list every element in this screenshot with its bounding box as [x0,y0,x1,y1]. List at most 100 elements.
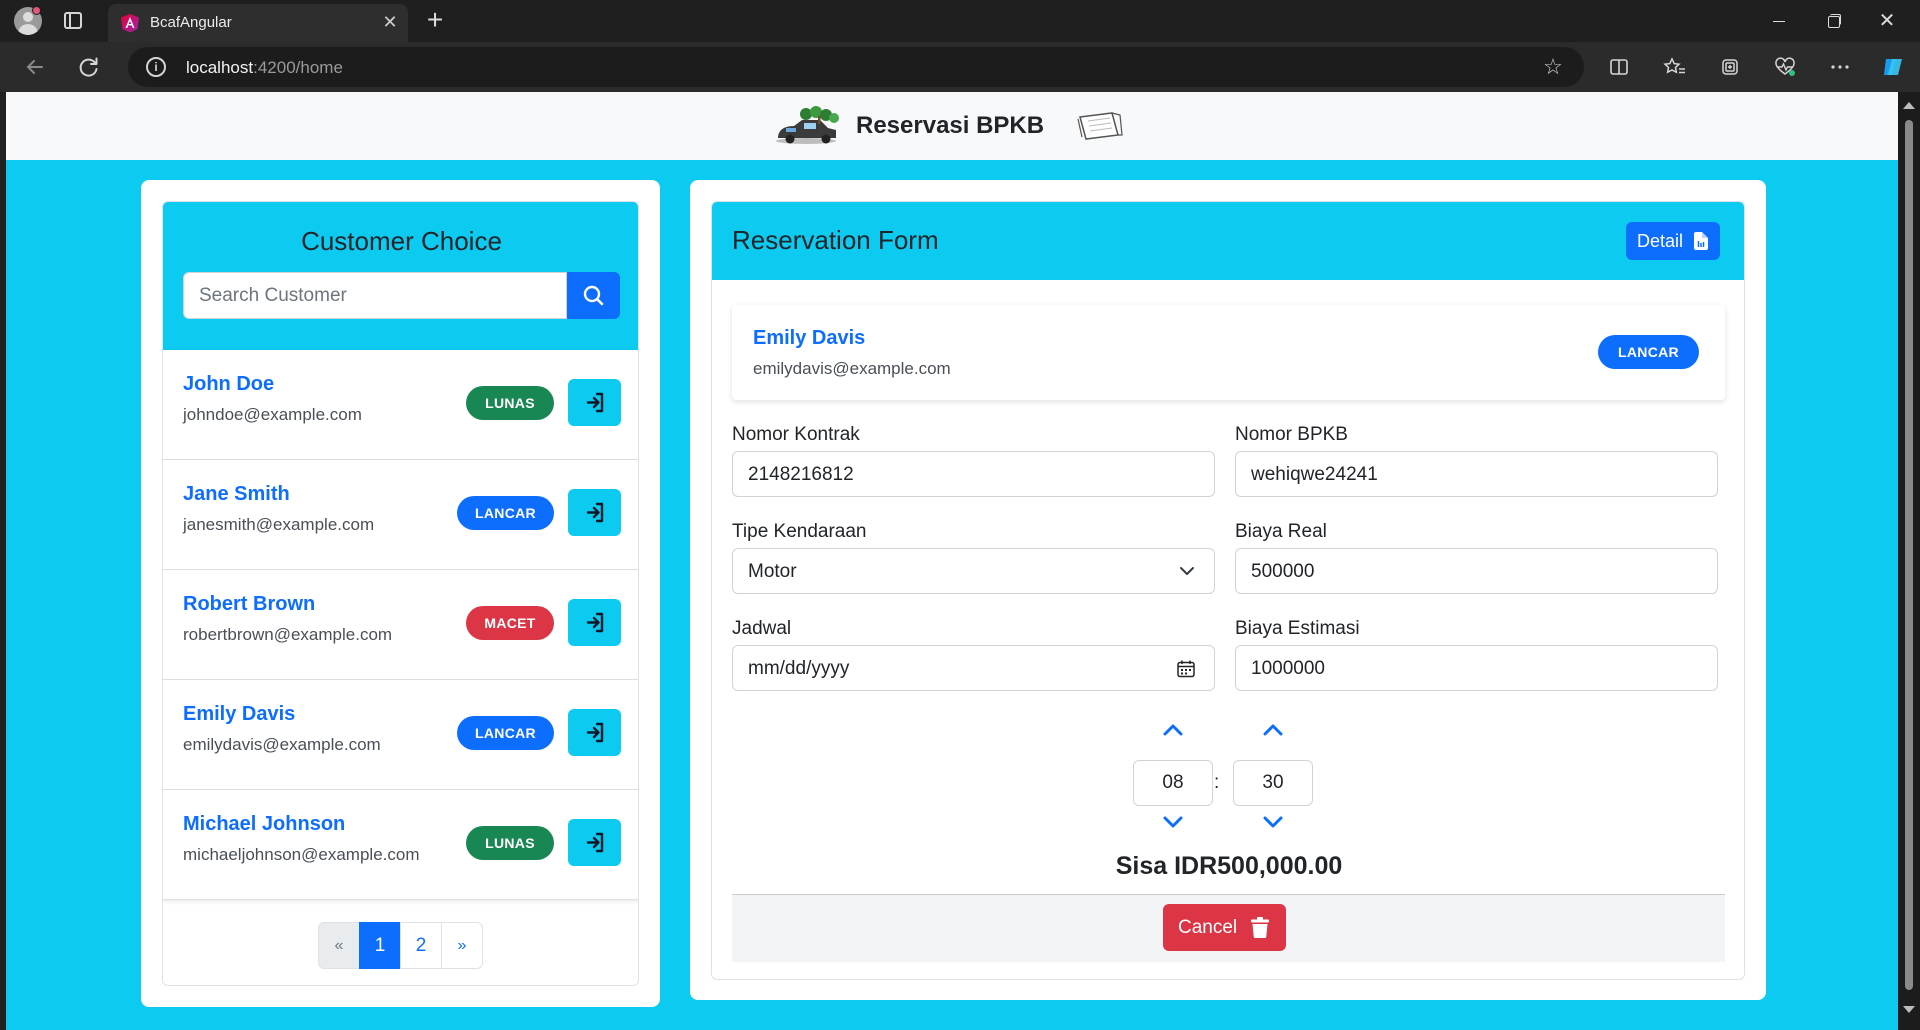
status-badge: MACET [466,606,554,640]
angular-favicon-icon [121,14,139,33]
back-arrow-icon[interactable] [18,50,52,84]
select-customer-button[interactable] [568,819,621,866]
page-viewport: Reservasi BPKB Customer Choice Search Cu… [6,92,1898,1030]
customer-name[interactable]: Emily Davis [183,703,295,726]
search-customer-input[interactable] [183,272,567,319]
select-customer-button[interactable] [568,599,621,646]
jadwal-label: Jadwal [732,618,792,639]
scroll-down-arrow-icon[interactable] [1903,1006,1915,1013]
pagination-page-2[interactable]: 2 [400,922,442,969]
customer-choice-card: Customer Choice John Doe johndoe@example… [141,180,660,1007]
minute-input[interactable]: 30 [1233,760,1313,806]
pagination: « 1 2 » [318,922,483,969]
collections-icon[interactable] [1713,50,1747,84]
jadwal-placeholder: mm/dd/yyyy [748,658,850,679]
customer-name[interactable]: Jane Smith [183,483,290,506]
sign-in-icon [586,392,604,413]
app-navbar: Reservasi BPKB [6,92,1898,160]
biaya-estimasi-label: Biaya Estimasi [1235,618,1360,639]
customer-list-item: Robert Brown robertbrown@example.com MAC… [163,570,638,680]
site-info-icon[interactable]: i [146,57,166,77]
navbar-brand[interactable]: Reservasi BPKB [772,102,1126,150]
split-screen-icon[interactable] [1602,50,1636,84]
nomor-kontrak-label: Nomor Kontrak [732,424,860,445]
page-scrollbar[interactable] [1898,92,1920,1030]
detail-button[interactable]: Detail [1626,222,1720,260]
refresh-icon[interactable] [72,50,106,84]
customer-name[interactable]: John Doe [183,373,274,396]
reservation-form-card: Reservation Form Detail Emily Davis emil… [690,180,1766,1000]
tipe-kendaraan-select[interactable]: Motor [732,548,1215,594]
hour-increment-chevron-up-icon[interactable] [1161,722,1185,738]
status-badge: LANCAR [457,716,554,750]
biaya-estimasi-value: 1000000 [1251,658,1325,679]
car-tree-logo-icon [776,106,839,144]
tab-title: BcafAngular [150,14,232,31]
pagination-next[interactable]: » [441,922,483,969]
nomor-bpkb-input[interactable]: wehiqwe24241 [1235,451,1718,497]
customer-list-item: John Doe johndoe@example.com LUNAS [163,350,638,460]
hour-decrement-chevron-down-icon[interactable] [1161,814,1185,830]
minute-increment-chevron-up-icon[interactable] [1261,722,1285,738]
tab-actions-icon[interactable] [64,12,82,29]
minute-decrement-chevron-down-icon[interactable] [1261,814,1285,830]
browser-tab-active[interactable]: BcafAngular ✕ [108,4,408,42]
more-options-icon[interactable] [1823,50,1857,84]
nomor-bpkb-value: wehiqwe24241 [1251,464,1378,485]
favorite-star-icon[interactable]: ☆ [1540,54,1566,80]
pagination-page-1[interactable]: 1 [359,922,401,969]
cancel-button[interactable]: Cancel [1163,904,1286,951]
scroll-up-arrow-icon[interactable] [1903,102,1915,109]
jadwal-date-input[interactable]: mm/dd/yyyy [732,645,1215,691]
calendar-icon[interactable] [1176,659,1196,679]
window-restore-button[interactable] [1806,0,1860,42]
new-tab-icon[interactable]: + [420,6,450,36]
select-customer-button[interactable] [568,489,621,536]
reservation-form-footer: Cancel [732,894,1725,962]
search-button[interactable] [567,272,620,319]
scrollbar-thumb[interactable] [1905,120,1913,990]
hour-input[interactable]: 08 [1133,760,1213,806]
customer-choice-title: Customer Choice [301,226,502,256]
reservation-form-panel: Reservation Form Detail Emily Davis emil… [711,201,1745,980]
trash-icon [1251,917,1269,938]
browser-toolbar: i localhost:4200/home ☆ [0,42,1920,92]
biaya-real-value: 500000 [1251,561,1315,582]
address-url[interactable]: localhost:4200/home [186,58,343,78]
customer-email: michaeljohnson@example.com [183,845,420,864]
sign-in-icon [586,722,604,743]
biaya-real-input[interactable]: 500000 [1235,548,1718,594]
pagination-prev[interactable]: « [318,922,360,969]
browser-essentials-icon[interactable] [1768,50,1802,84]
status-badge: LANCAR [457,496,554,530]
customer-name[interactable]: Michael Johnson [183,813,345,836]
customer-list-item: Emily Davis emilydavis@example.com LANCA… [163,680,638,790]
browser-tab-bar: BcafAngular ✕ + ✕ [0,0,1920,42]
biaya-estimasi-input[interactable]: 1000000 [1235,645,1718,691]
biaya-real-label: Biaya Real [1235,521,1327,542]
selected-customer-email: emilydavis@example.com [753,359,951,378]
customer-choice-panel: Customer Choice John Doe johndoe@example… [162,201,639,986]
favorites-icon[interactable] [1658,50,1692,84]
chevron-down-icon [1180,567,1194,575]
remaining-amount: Sisa IDR500,000.00 [1115,852,1343,880]
select-customer-button[interactable] [568,709,621,756]
address-bar[interactable]: i localhost:4200/home ☆ [128,47,1584,87]
tab-close-icon[interactable]: ✕ [378,10,402,34]
select-customer-button[interactable] [568,379,621,426]
customer-list-item: Michael Johnson michaeljohnson@example.c… [163,790,638,900]
copilot-icon[interactable] [1876,50,1910,84]
search-icon [583,285,604,306]
document-sketch-logo-icon [1077,112,1123,140]
selected-customer-name: Emily Davis [753,327,866,349]
window-minimize-button[interactable] [1752,0,1806,42]
nomor-bpkb-label: Nomor BPKB [1235,424,1348,445]
customer-search-group [183,272,620,319]
cancel-button-label: Cancel [1178,917,1238,938]
customer-name[interactable]: Robert Brown [183,593,315,616]
status-badge: LUNAS [466,826,554,860]
window-close-button[interactable]: ✕ [1860,0,1914,42]
sign-in-icon [586,502,604,523]
customer-choice-header: Customer Choice [163,202,638,350]
nomor-kontrak-input[interactable]: 2148216812 [732,451,1215,497]
